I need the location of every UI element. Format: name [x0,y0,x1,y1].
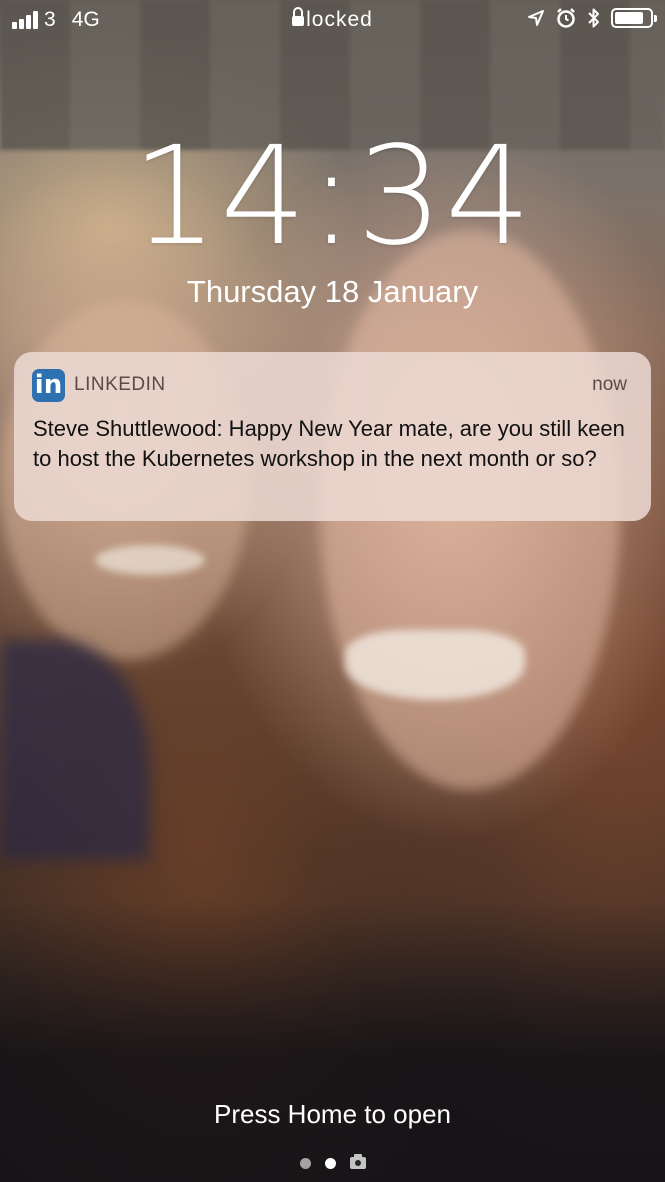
battery-level [615,12,644,24]
camera-icon[interactable] [349,1154,366,1169]
linkedin-icon: in [32,369,65,402]
lock-screen-time: 14:34 [131,118,534,276]
page-indicator[interactable] [0,1154,665,1169]
alarm-clock-icon [557,8,575,28]
notification-card[interactable]: in LINKEDIN now Steve Shuttlewood: Happy… [14,352,651,521]
lock-screen-date: Thursday 18 January [186,274,479,309]
wallpaper-shadow [0,900,665,1182]
notification-app-name: LINKEDIN [74,374,166,395]
status-bar: 3 4G locked [0,0,665,40]
notification-time: now [592,374,627,395]
unlock-hint: Press Home to open [213,1099,451,1129]
status-bar-right [527,7,657,29]
location-arrow-icon [528,10,544,26]
wallpaper-child-smile [95,545,205,575]
lock-status-label: locked [306,8,373,31]
notification-message: Steve Shuttlewood: Happy New Year mate, … [33,416,625,471]
bluetooth-icon [588,8,599,28]
wallpaper-shirt [0,640,150,860]
battery-icon [611,8,657,28]
page-dot-active[interactable] [324,1157,336,1169]
lock-screen: 3 4G locked 14:34 Thursday 18 January in… [0,0,665,1182]
page-dot[interactable] [299,1157,311,1169]
padlock-icon [292,7,305,26]
wallpaper-smile [345,630,525,700]
